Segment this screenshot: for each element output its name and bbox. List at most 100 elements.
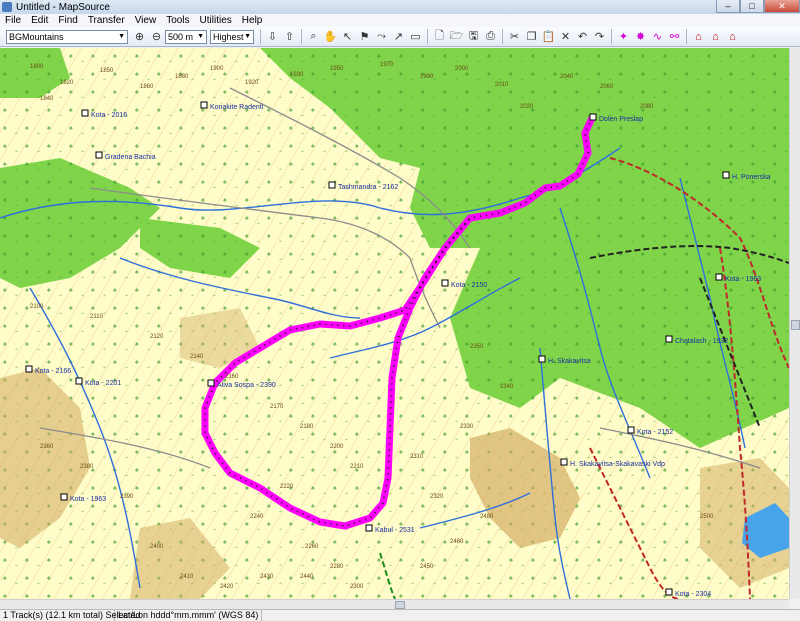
elevation-label: 2460: [450, 539, 464, 545]
elevation-label: 2410: [180, 574, 194, 580]
open-folder-icon[interactable]: 🗁: [448, 29, 465, 45]
menu-transfer[interactable]: Transfer: [83, 15, 130, 26]
status-bar: 1 Track(s) (12.1 km total) Selected Lat/…: [0, 609, 800, 621]
detail-level-select[interactable]: Highest ▼: [210, 29, 254, 44]
redo-icon[interactable]: ↷: [591, 29, 608, 45]
chevron-down-icon: ▼: [244, 33, 251, 40]
elevation-label: 2320: [430, 494, 444, 500]
elevation-label: 2080: [640, 104, 654, 110]
place-label: Aliva Sospa - 2390: [217, 382, 276, 389]
place-label: Dolen Preslap: [599, 116, 643, 123]
elevation-label: 1880: [175, 74, 189, 80]
hand-pan-icon[interactable]: ✋: [322, 29, 339, 45]
new-file-icon[interactable]: 🗋: [431, 29, 448, 45]
elevation-label: 2120: [150, 334, 164, 340]
find-nearest-icon[interactable]: ⌂: [724, 29, 741, 45]
route-tool-icon[interactable]: ⤳: [373, 29, 390, 45]
elevation-label: 1900: [210, 66, 224, 72]
place-marker[interactable]: Koriakite Radenti: [200, 101, 264, 111]
save-icon[interactable]: 🖫: [465, 29, 482, 45]
vertical-scroll-thumb[interactable]: [791, 320, 800, 330]
find-address-icon[interactable]: ⌂: [707, 29, 724, 45]
waypoint-flag-icon[interactable]: ⚑: [356, 29, 373, 45]
map-product-select[interactable]: BGMountains ▼: [6, 29, 128, 44]
send-to-device-icon[interactable]: ⇧: [281, 29, 298, 45]
close-button[interactable]: ✕: [764, 0, 800, 13]
receive-from-device-icon[interactable]: ⇩: [264, 29, 281, 45]
filter-icon[interactable]: ⚯: [666, 29, 683, 45]
show-routes-icon[interactable]: ✸: [632, 29, 649, 45]
summit-icon: [200, 101, 208, 109]
menu-file[interactable]: File: [0, 15, 26, 26]
summit-icon: [328, 181, 336, 189]
elevation-label: 2100: [30, 304, 44, 310]
delete-icon[interactable]: ✕: [557, 29, 574, 45]
elevation-label: 2360: [40, 444, 54, 450]
place-marker[interactable]: Aliva Sospa - 2390: [207, 379, 276, 389]
menu-tools[interactable]: Tools: [161, 15, 194, 26]
menu-view[interactable]: View: [130, 15, 162, 26]
undo-icon[interactable]: ↶: [574, 29, 591, 45]
minimize-button[interactable]: –: [716, 0, 740, 13]
summit-icon: [81, 109, 89, 117]
track-tool-icon[interactable]: ↗: [390, 29, 407, 45]
place-marker[interactable]: Tashmandra - 2162: [328, 181, 398, 191]
elevation-label: 2310: [410, 454, 424, 460]
selection-tool-icon[interactable]: ↖: [339, 29, 356, 45]
place-marker[interactable]: H. Skakavitsa-Skakavaski Vdp: [560, 458, 665, 468]
zoom-tool-icon[interactable]: ⌕: [305, 29, 322, 45]
elevation-label: 1840: [40, 96, 54, 102]
elevation-label: 1850: [100, 68, 114, 74]
elevation-label: 1820: [60, 80, 74, 86]
place-label: Kabul - 2531: [375, 527, 415, 534]
elevation-label: 2430: [260, 574, 274, 580]
place-label: Tashmandra - 2162: [338, 184, 398, 191]
elevation-label: 2210: [350, 464, 364, 470]
show-waypoints-icon[interactable]: ✦: [615, 29, 632, 45]
menu-help[interactable]: Help: [237, 15, 268, 26]
map-canvas[interactable]: ♠ ⌃: [0, 48, 789, 599]
place-label: Kota - 2201: [85, 380, 121, 387]
mapsource-app-icon: [2, 2, 12, 12]
find-places-icon[interactable]: ⌂: [690, 29, 707, 45]
title-bar: Untitled - MapSource – □ ✕: [0, 0, 800, 14]
map-view[interactable]: ♠ ⌃: [0, 48, 789, 599]
print-icon[interactable]: ⎙: [482, 29, 499, 45]
elevation-label: 2160: [225, 374, 239, 380]
cut-icon[interactable]: ✂: [506, 29, 523, 45]
toolbar-separator: [686, 29, 687, 44]
summit-icon: [589, 113, 597, 121]
toolbar-separator: [502, 29, 503, 44]
elevation-label: 2390: [120, 494, 134, 500]
elevation-label: 1920: [245, 80, 259, 86]
horizontal-scroll-thumb[interactable]: [395, 601, 405, 609]
place-marker[interactable]: Chatalash - 1932: [665, 335, 728, 345]
menu-utilities[interactable]: Utilities: [195, 15, 237, 26]
elevation-label: 2020: [520, 104, 534, 110]
summit-icon: [665, 588, 673, 596]
zoom-scale-select[interactable]: 500 m ▼: [165, 29, 207, 44]
elevation-label: 2500: [700, 514, 714, 520]
elevation-label: 2060: [600, 84, 614, 90]
elevation-label: 1970: [380, 62, 394, 68]
place-label: Chatalash - 1932: [675, 338, 728, 345]
horizontal-scrollbar[interactable]: [0, 599, 789, 609]
zoom-out-icon[interactable]: ⊖: [148, 29, 165, 45]
vertical-scrollbar[interactable]: [789, 48, 800, 599]
show-tracks-icon[interactable]: ∿: [649, 29, 666, 45]
zoom-in-icon[interactable]: ⊕: [131, 29, 148, 45]
measure-distance-icon[interactable]: ▭: [407, 29, 424, 45]
elevation-label: 2220: [280, 484, 294, 490]
menu-find[interactable]: Find: [53, 15, 82, 26]
copy-icon[interactable]: ❐: [523, 29, 540, 45]
elevation-label: 2140: [190, 354, 204, 360]
paste-icon[interactable]: 📋: [540, 29, 557, 45]
place-marker[interactable]: Gradena Bachia: [95, 151, 156, 161]
summit-icon: [95, 151, 103, 159]
elevation-label: 2440: [300, 574, 314, 580]
place-label: Koriakite Radenti: [210, 104, 264, 111]
summit-icon: [60, 493, 68, 501]
menu-edit[interactable]: Edit: [26, 15, 53, 26]
map-product-value: BGMountains: [9, 31, 64, 42]
maximize-button[interactable]: □: [740, 0, 764, 13]
